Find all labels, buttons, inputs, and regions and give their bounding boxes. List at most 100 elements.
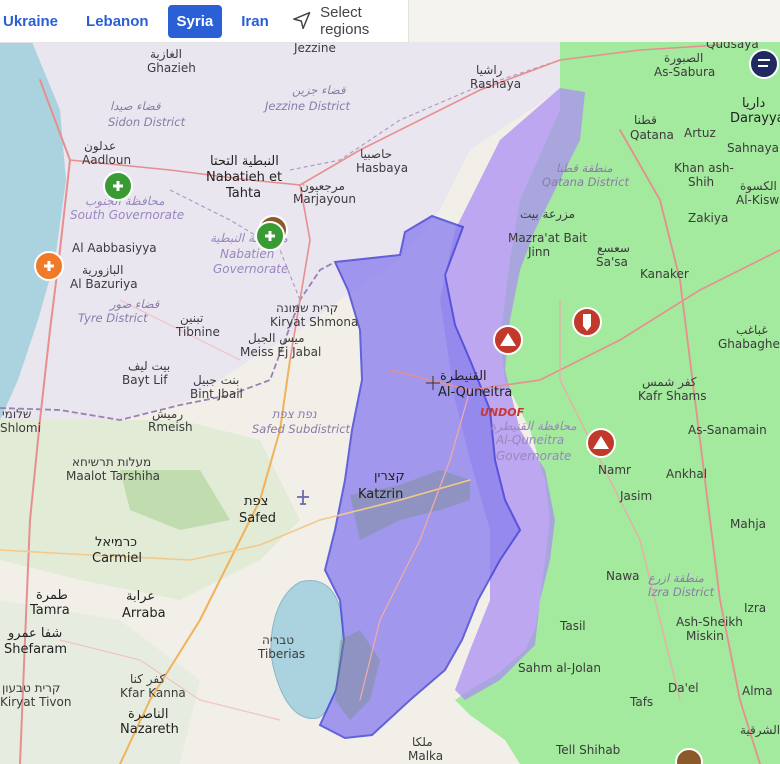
map-label: Rmeish — [148, 420, 193, 434]
map-label: Nawa — [606, 569, 640, 583]
map-label: الشرقية — [740, 723, 780, 738]
map-label: Artuz — [684, 126, 716, 140]
orange-medical-marker[interactable] — [34, 251, 64, 281]
tab-syria[interactable]: Syria — [167, 4, 223, 38]
map-label: Tahta — [225, 186, 261, 201]
map-label: Sa'sa — [596, 255, 628, 269]
map-label: Bayt Lif — [122, 373, 168, 387]
map-label: عرابة — [126, 589, 155, 604]
map-label: Tamra — [29, 603, 70, 618]
map-label: كفر كنا — [130, 672, 165, 687]
map-label: Al-Quneitra — [495, 433, 564, 447]
map-label: Izra — [744, 601, 766, 615]
map-label: ملكا — [412, 735, 433, 749]
map-label: Qudsaya — [706, 42, 759, 51]
map-canvas[interactable]: الغازية Ghazieh قضاء صيدا Sidon District… — [0, 42, 780, 764]
map-label: Qatana District — [542, 175, 629, 189]
map-label: قضاء صور — [108, 297, 160, 311]
map-label: Safed Subdistrict — [252, 422, 351, 436]
map-label: Da'el — [668, 681, 699, 695]
map-label: Tyre District — [78, 311, 148, 325]
map-label: الكسوة — [740, 179, 777, 194]
map-label: קרית טבעון — [2, 681, 60, 695]
map-label: Tafs — [629, 695, 653, 709]
map-label: Tell Shihab — [555, 743, 620, 757]
map-label: شفا عمرو — [7, 626, 62, 641]
map-label: South Governorate — [70, 208, 184, 222]
map-label: Kanaker — [640, 267, 689, 281]
map-label: النبطية التحتا — [210, 154, 279, 169]
map-label: Tiberias — [257, 647, 305, 661]
tab-lebanon[interactable]: Lebanon — [77, 5, 158, 38]
map-label: Governorate — [213, 262, 288, 276]
strike-marker[interactable] — [586, 428, 616, 458]
map-label: راشيا — [476, 63, 503, 78]
map-label: عدلون — [84, 139, 116, 154]
missile-marker[interactable] — [572, 307, 602, 337]
map-label: Shlomi — [0, 421, 41, 435]
select-regions-label: Select regions — [320, 4, 370, 38]
map-label: Kiryat Shmona — [270, 315, 358, 329]
map-label: ميس الجبل — [248, 331, 305, 346]
map-label: מעלות תרשיחא — [72, 455, 151, 469]
tab-iran[interactable]: Iran — [232, 5, 278, 38]
map-label: Mahja — [730, 517, 766, 531]
map-label: כרמיאל — [95, 535, 137, 550]
map-label: Maalot Tarshiha — [66, 469, 160, 483]
map-label: Miskin — [686, 629, 724, 643]
map-label: Ash-Sheikh — [676, 615, 743, 629]
medical-cross-marker[interactable] — [103, 171, 133, 201]
map-label: Katzrin — [358, 487, 403, 502]
map-label: Malka — [408, 749, 443, 763]
map-label: الصبورة — [664, 51, 703, 66]
map-label: Jasim — [619, 489, 652, 503]
map-label: Al-Kiswa — [736, 193, 780, 207]
map-label: Zakiya — [688, 211, 728, 225]
map-label: غباغب — [736, 323, 768, 337]
map-label: Marjayoun — [293, 192, 356, 206]
map-label: Meiss Ej Jabal — [240, 345, 321, 359]
map-label: Darayya — [730, 111, 780, 126]
map-label: Mazra'at Bait — [508, 231, 587, 245]
map-label: Sahnaya — [727, 141, 779, 155]
map-label: Tibnine — [175, 325, 220, 339]
map-label: Hasbaya — [356, 161, 408, 175]
map-label: Al Bazuriya — [70, 277, 138, 291]
map-label: קרית שמונה — [276, 301, 338, 315]
map-label: محافظة القنيطرة — [490, 419, 577, 433]
map-label: Tasil — [559, 619, 586, 633]
map-label: Jezzine — [293, 42, 336, 55]
map-label: البازورية — [82, 263, 123, 278]
map-label: قطنا — [634, 113, 657, 127]
tab-ukraine[interactable]: Ukraine — [0, 5, 67, 38]
map-label: Safed — [239, 511, 276, 526]
map-label: بنت جبيل — [193, 373, 239, 387]
map-label: حاصبيا — [360, 147, 392, 161]
map-label: As-Sabura — [654, 65, 715, 79]
region-tabs-bar: Ukraine Lebanon Syria Iran Select region… — [0, 0, 409, 43]
map-label: נפת צפת — [272, 407, 317, 421]
map-label: تبنين — [180, 311, 203, 326]
map-label: سعسع — [597, 241, 630, 255]
navigation-arrow-icon — [292, 11, 311, 30]
map-label: Nabatieh et — [206, 170, 282, 185]
map-label: Aadloun — [82, 153, 131, 167]
map-label: Ankhal — [666, 467, 707, 481]
map-label: קצרין — [374, 469, 405, 484]
select-regions-button[interactable]: Select regions — [292, 4, 408, 38]
map-label: Sahm al-Jolan — [518, 661, 601, 675]
map-label: Kfar Kanna — [120, 686, 186, 700]
map-label: שלומי — [2, 407, 31, 421]
map-label: Arraba — [122, 606, 166, 621]
map-label: Qatana — [630, 128, 674, 142]
map-label: Al Aabbasiyya — [72, 241, 157, 255]
map-label: טבריה — [262, 633, 294, 647]
map-label: الغازية — [150, 47, 182, 62]
map-label: Carmiel — [92, 551, 142, 566]
map-label: القنيطرة — [440, 369, 487, 384]
map-label: Alma — [742, 684, 773, 698]
map-label: Nazareth — [120, 722, 179, 737]
navy-event-marker[interactable] — [749, 49, 779, 79]
map-label: Bint Jbail — [190, 387, 243, 401]
strike-marker[interactable] — [493, 325, 523, 355]
